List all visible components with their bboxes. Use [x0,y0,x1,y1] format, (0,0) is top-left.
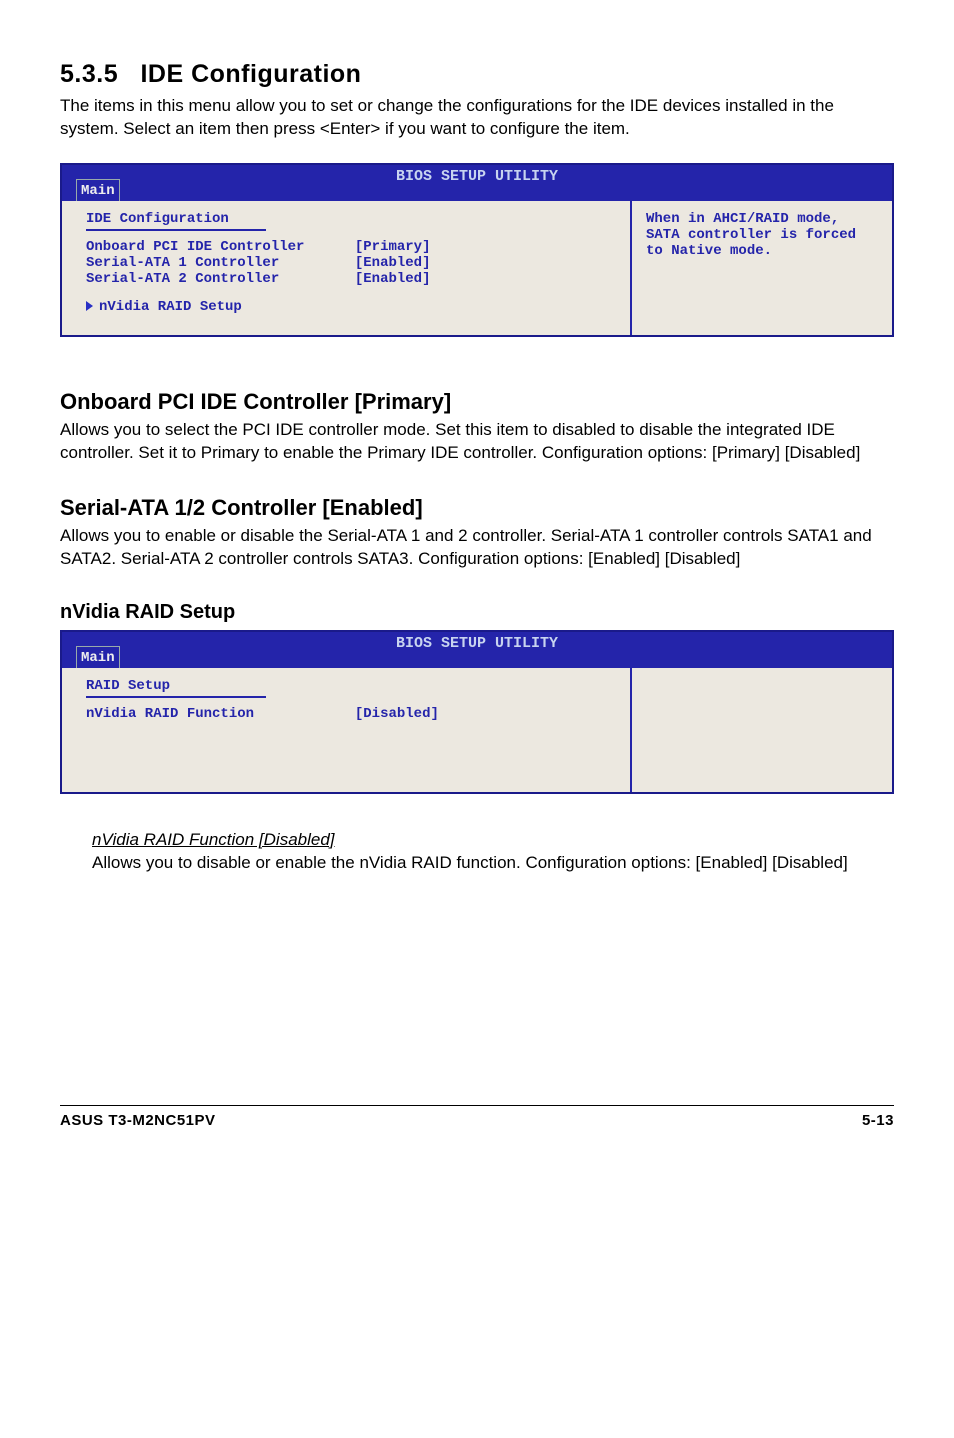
panel-shadow [60,794,894,816]
submenu-label: nVidia RAID Setup [99,299,242,315]
bios-row-onboard-pci-ide[interactable]: Onboard PCI IDE Controller [Primary] [86,239,616,255]
bios-left-pane: RAID Setup nVidia RAID Function [Disable… [62,668,632,792]
footer-product: ASUS T3-M2NC51PV [60,1112,216,1129]
subsection-heading-onboard-pci: Onboard PCI IDE Controller [Primary] [60,389,894,415]
row-value: [Enabled] [355,255,431,271]
triangle-right-icon [86,301,93,311]
bios-panel-raid-setup: BIOS SETUP UTILITY Main RAID Setup nVidi… [60,630,894,794]
bios-tab-main[interactable]: Main [76,179,120,201]
bios-help-pane: When in AHCI/RAID mode, SATA controller … [632,201,892,335]
bios-panel-ide-config: BIOS SETUP UTILITY Main IDE Configuratio… [60,163,894,337]
bios-row-sata1[interactable]: Serial-ATA 1 Controller [Enabled] [86,255,616,271]
row-value: [Primary] [355,239,431,255]
footer-page-number: 5-13 [862,1112,894,1129]
raid-function-body: Allows you to disable or enable the nVid… [92,852,894,875]
divider-line [86,229,266,231]
bios-body: IDE Configuration Onboard PCI IDE Contro… [62,201,892,335]
section-number: 5.3.5 [60,60,118,88]
bios-header: BIOS SETUP UTILITY Main [62,632,892,668]
row-value: [Enabled] [355,271,431,287]
bios-title: BIOS SETUP UTILITY [396,168,558,185]
row-label: Onboard PCI IDE Controller [86,239,304,255]
section-title: IDE Configuration [140,60,361,88]
section-intro: The items in this menu allow you to set … [60,95,894,141]
row-value: [Disabled] [355,706,439,722]
divider-line [86,696,266,698]
bios-title: BIOS SETUP UTILITY [396,635,558,652]
row-label: Serial-ATA 1 Controller [86,255,279,271]
subsection-body-serial-ata: Allows you to enable or disable the Seri… [60,525,894,571]
bios-header: BIOS SETUP UTILITY Main [62,165,892,201]
bios-pane-title: RAID Setup [86,678,616,694]
page-footer: ASUS T3-M2NC51PV 5-13 [60,1105,894,1129]
bios-help-pane [632,668,892,792]
bios-body: RAID Setup nVidia RAID Function [Disable… [62,668,892,792]
panel-shadow [60,337,894,359]
bios-left-pane: IDE Configuration Onboard PCI IDE Contro… [62,201,632,335]
bios-tab-main[interactable]: Main [76,646,120,668]
subsection-heading-serial-ata: Serial-ATA 1/2 Controller [Enabled] [60,495,894,521]
bios-row-nvidia-raid-function[interactable]: nVidia RAID Function [Disabled] [86,706,616,722]
bios-submenu-nvidia-raid[interactable]: nVidia RAID Setup [86,299,616,315]
bios-row-sata2[interactable]: Serial-ATA 2 Controller [Enabled] [86,271,616,287]
subsection-body-onboard-pci: Allows you to select the PCI IDE control… [60,419,894,465]
raid-function-heading: nVidia RAID Function [Disabled] [92,830,894,850]
row-label: Serial-ATA 2 Controller [86,271,279,287]
row-label: nVidia RAID Function [86,706,254,722]
subsection-heading-nvidia-raid: nVidia RAID Setup [60,601,894,624]
spacer [86,722,616,778]
section-heading: 5.3.5 IDE Configuration [60,60,894,89]
bios-pane-title: IDE Configuration [86,211,616,227]
